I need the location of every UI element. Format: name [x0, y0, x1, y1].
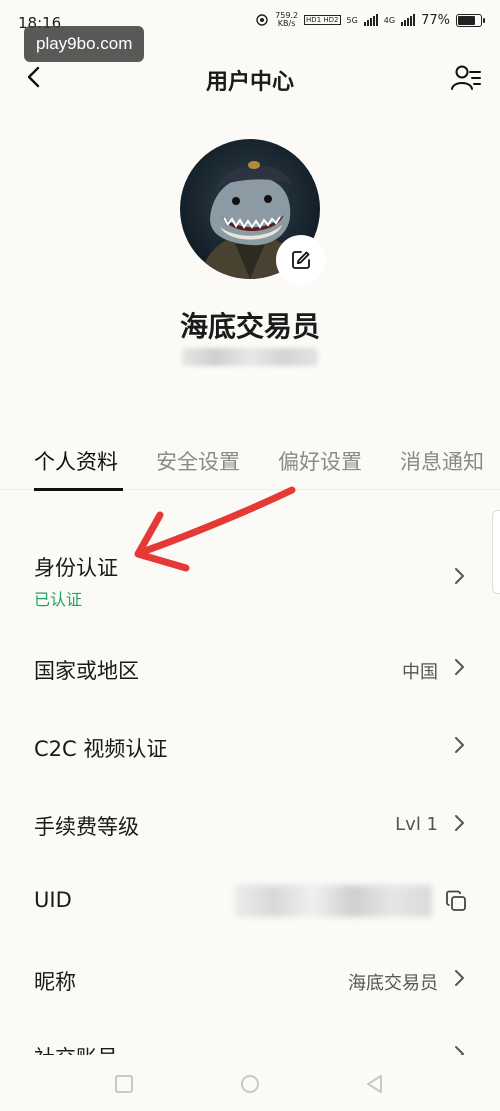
back-triangle-icon[interactable] [364, 1073, 386, 1095]
masked-account-info [182, 348, 318, 366]
annotation-arrow [134, 486, 296, 572]
tab-profile[interactable]: 个人资料 [34, 446, 118, 476]
row-nickname[interactable]: 昵称 海底交易员 [0, 956, 500, 1002]
tab-security[interactable]: 安全设置 [156, 446, 240, 476]
row-label: 身份认证 [34, 556, 118, 580]
edit-avatar-button[interactable] [276, 235, 326, 285]
row-value: 中国 [402, 662, 438, 683]
recent-apps-icon[interactable] [113, 1073, 135, 1095]
chevron-right-icon [455, 737, 464, 753]
masked-uid [234, 885, 432, 917]
home-icon[interactable] [239, 1073, 261, 1095]
battery-fill [458, 15, 475, 25]
edit-icon [292, 251, 310, 269]
row-label: 昵称 [34, 970, 76, 994]
page-title: 用户中心 [205, 70, 294, 95]
row-uid: UID [0, 878, 500, 924]
tab-notifications[interactable]: 消息通知 [400, 446, 484, 476]
tab-preferences[interactable]: 偏好设置 [278, 446, 362, 476]
row-fee-level[interactable]: 手续费等级 Lvl 1 [0, 801, 500, 847]
row-label: UID [34, 888, 72, 912]
chevron-right-icon [455, 815, 464, 831]
profile-nickname: 海底交易员 [179, 310, 320, 343]
row-label: C2C 视频认证 [34, 737, 168, 761]
chevron-right-icon [455, 568, 464, 584]
row-value: 海底交易员 [348, 973, 438, 994]
battery-percent: 77% [421, 12, 450, 28]
hd-badge: HD1 HD2 [304, 15, 341, 25]
header: 用户中心 [0, 54, 500, 102]
avatar-container [180, 139, 326, 285]
row-label: 手续费等级 [34, 815, 139, 839]
row-label: 国家或地区 [34, 659, 139, 683]
hotspot-icon [256, 14, 268, 26]
row-country[interactable]: 国家或地区 中国 [0, 645, 500, 691]
verified-status: 已认证 [34, 590, 83, 609]
active-tab-indicator [34, 488, 123, 491]
system-nav-bar [0, 1055, 500, 1111]
sim1-label: 5G [346, 15, 358, 25]
battery-icon [456, 13, 485, 27]
user-switch-icon[interactable] [448, 60, 484, 96]
network-speed: 759.2 KB/s [275, 12, 298, 28]
sim2-signal-icon [401, 14, 416, 26]
row-c2c-video-verification[interactable]: C2C 视频认证 [0, 723, 500, 769]
copy-icon[interactable] [444, 889, 468, 913]
chevron-right-icon [455, 659, 464, 675]
sim1-signal-icon [363, 14, 378, 26]
sim2-label: 4G [383, 15, 396, 25]
net-speed-unit: KB/s [277, 19, 296, 28]
row-value: Lvl 1 [395, 814, 438, 835]
chevron-right-icon [455, 970, 464, 986]
status-indicators: 759.2 KB/s HD1 HD2 5G 4G 77% [255, 12, 485, 28]
